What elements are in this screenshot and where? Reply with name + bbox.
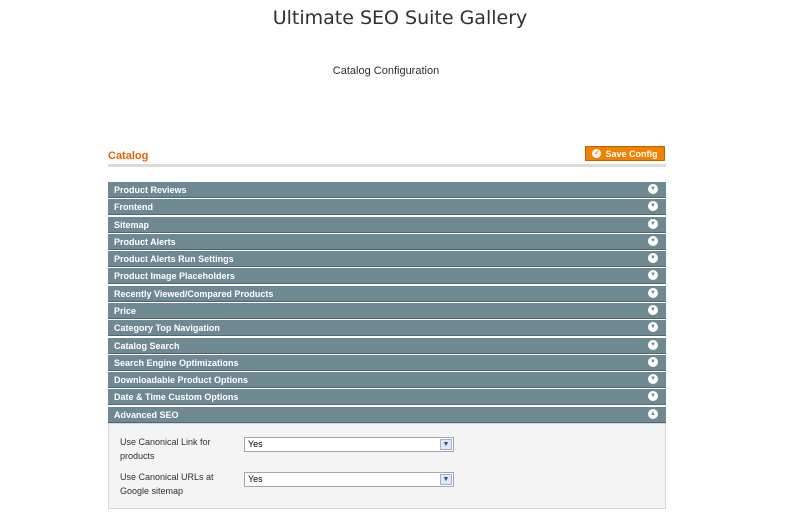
canonical-urls-sitemap-label: Use Canonical URLs at Google sitemap <box>120 472 214 496</box>
group-catalog-search[interactable]: Catalog Search ▼ <box>108 337 666 354</box>
group-product-image-placeholders[interactable]: Product Image Placeholders ▼ <box>108 268 666 285</box>
dropdown-arrow-icon: ▼ <box>440 474 452 485</box>
select-value: Yes <box>248 439 263 449</box>
group-label: Date & Time Custom Options <box>114 392 239 403</box>
canonical-urls-sitemap-select[interactable]: Yes ▼ <box>244 472 454 487</box>
group-label: Downloadable Product Options <box>114 375 249 386</box>
chevron-down-circle-icon: ▼ <box>648 218 658 229</box>
group-search-engine-optimizations[interactable]: Search Engine Optimizations ▼ <box>108 354 666 371</box>
group-product-alerts[interactable]: Product Alerts ▼ <box>108 233 666 250</box>
group-label: Search Engine Optimizations <box>114 357 239 368</box>
chevron-down-circle-icon: ▼ <box>648 253 658 264</box>
group-label: Price <box>114 305 137 316</box>
group-sitemap[interactable]: Sitemap ▼ <box>108 216 666 233</box>
group-label: Category Top Navigation <box>114 323 220 334</box>
chevron-down-circle-icon: ▼ <box>648 339 658 350</box>
canonical-link-select[interactable]: Yes ▼ <box>244 437 454 452</box>
canonical-link-label: Use Canonical Link for products <box>120 437 211 461</box>
config-group-list: Product Reviews ▼ Frontend ▼ Sitemap ▼ P… <box>108 182 666 424</box>
section-title: Catalog <box>108 150 149 162</box>
dropdown-arrow-icon: ▼ <box>440 439 452 450</box>
chevron-down-circle-icon: ▼ <box>648 184 658 194</box>
chevron-down-circle-icon: ▼ <box>648 356 658 367</box>
group-label: Product Alerts <box>114 236 176 247</box>
group-frontend[interactable]: Frontend ▼ <box>108 199 666 216</box>
group-label: Product Image Placeholders <box>114 271 236 282</box>
group-label: Recently Viewed/Compared Products <box>114 288 274 299</box>
group-label: Product Alerts Run Settings <box>114 254 234 265</box>
group-advanced-seo[interactable]: Advanced SEO ▲ <box>108 406 666 423</box>
advanced-seo-fieldset: Use Canonical Link for products Yes ▼ Us… <box>108 423 666 509</box>
group-label: Product Reviews <box>114 185 187 195</box>
chevron-up-circle-icon: ▲ <box>648 408 658 419</box>
group-product-alerts-run-settings[interactable]: Product Alerts Run Settings ▼ <box>108 251 666 268</box>
save-config-label: Save Config <box>605 148 658 159</box>
group-label: Advanced SEO <box>114 409 179 420</box>
group-label: Catalog Search <box>114 340 180 351</box>
group-price[interactable]: Price ▼ <box>108 302 666 319</box>
save-config-button[interactable]: ✓ Save Config <box>585 146 665 161</box>
chevron-down-circle-icon: ▼ <box>648 374 658 385</box>
chevron-down-circle-icon: ▼ <box>648 287 658 298</box>
page-title: Ultimate SEO Suite Gallery <box>272 7 528 29</box>
group-category-top-navigation[interactable]: Category Top Navigation ▼ <box>108 320 666 337</box>
chevron-down-circle-icon: ▼ <box>648 235 658 246</box>
chevron-down-circle-icon: ▼ <box>648 304 658 315</box>
group-date-time-custom-options[interactable]: Date & Time Custom Options ▼ <box>108 389 666 406</box>
chevron-down-circle-icon: ▼ <box>648 391 658 402</box>
group-product-reviews[interactable]: Product Reviews ▼ <box>108 182 666 198</box>
select-value: Yes <box>248 474 263 484</box>
chevron-down-circle-icon: ▼ <box>648 322 658 333</box>
page-subtitle: Catalog Configuration <box>332 65 440 77</box>
chevron-down-circle-icon: ▼ <box>648 270 658 281</box>
chevron-down-circle-icon: ▼ <box>648 201 658 212</box>
check-circle-icon: ✓ <box>592 149 602 158</box>
group-label: Sitemap <box>114 219 150 230</box>
group-recently-viewed-compared[interactable]: Recently Viewed/Compared Products ▼ <box>108 285 666 302</box>
group-label: Frontend <box>114 202 153 213</box>
group-downloadable-product-options[interactable]: Downloadable Product Options ▼ <box>108 372 666 389</box>
section-divider <box>108 164 666 167</box>
